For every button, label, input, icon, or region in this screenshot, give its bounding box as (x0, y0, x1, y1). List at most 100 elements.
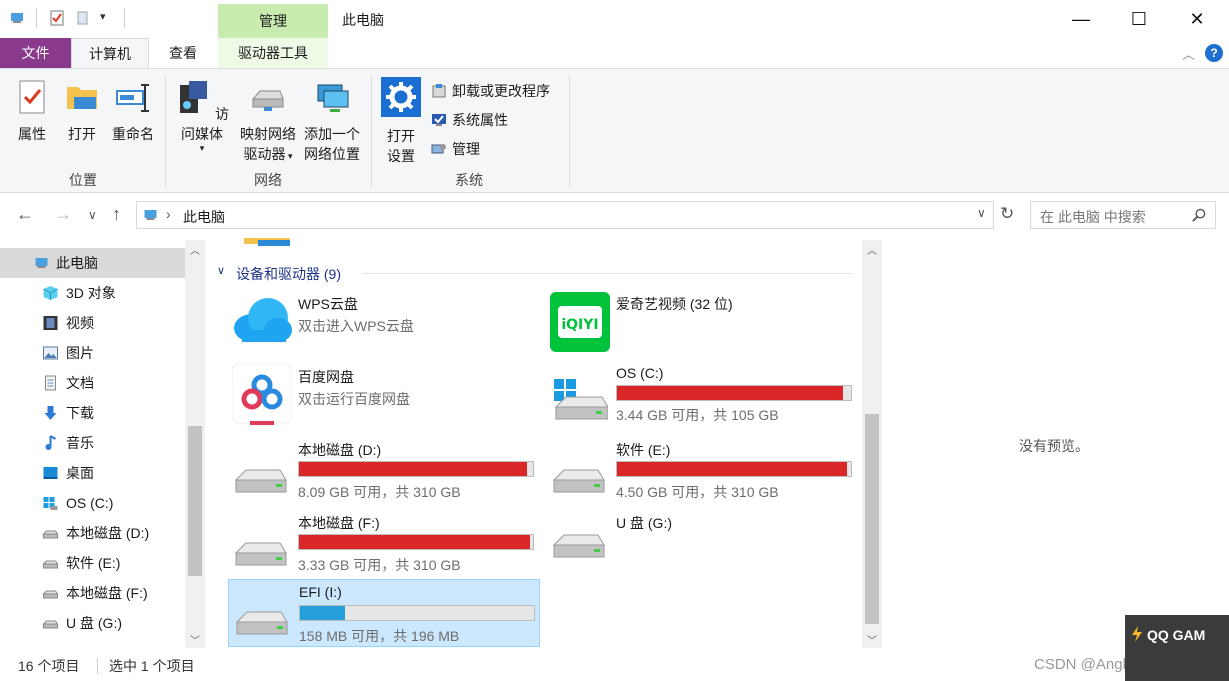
sidebar-item-desktop[interactable]: 桌面 (0, 458, 185, 488)
rename-icon (116, 84, 149, 112)
sidebar-scrollbar[interactable]: ︿ ﹀ (185, 240, 205, 648)
sidebar-item-videos[interactable]: 视频 (0, 308, 185, 338)
tile-wps-cloud[interactable]: WPS云盘 双击进入WPS云盘 (228, 290, 540, 358)
tile-drive-e[interactable]: 软件 (E:) 4.50 GB 可用，共 310 GB (546, 436, 858, 504)
refresh-icon[interactable]: ↻ (1000, 204, 1014, 224)
tile-os-c[interactable]: OS (C:) 3.44 GB 可用，共 105 GB (546, 363, 858, 431)
qat-dropdown-icon[interactable]: ▾ (100, 10, 106, 23)
address-dropdown-icon[interactable]: ∨ (977, 206, 986, 220)
capacity-fill (617, 462, 848, 476)
sidebar-item-pictures[interactable]: 图片 (0, 338, 185, 368)
new-folder-icon[interactable] (75, 10, 91, 26)
game-badge-text: QQ GAM (1147, 627, 1206, 643)
forward-arrow-icon[interactable]: → (54, 204, 72, 225)
sidebar-item-usb-g[interactable]: U 盘 (G:) (0, 608, 185, 638)
breadcrumb-chevron-icon[interactable]: › (166, 206, 171, 222)
scroll-down-icon[interactable]: ﹀ (190, 632, 200, 647)
rename-button[interactable]: 重命名 (108, 79, 158, 144)
scroll-up-icon[interactable]: ︿ (867, 242, 877, 257)
group-location-label: 位置 (69, 172, 97, 188)
sidebar-item-documents[interactable]: 文档 (0, 368, 185, 398)
settings-gear-icon (381, 77, 421, 117)
drive-icon (42, 530, 59, 539)
pc-icon (11, 13, 23, 23)
sidebar-item-label: 文档 (66, 375, 94, 391)
drive-icon (42, 560, 59, 569)
search-icon (1192, 208, 1206, 222)
content-scroll-thumb[interactable] (865, 414, 879, 624)
capacity-fill (299, 535, 531, 549)
no-preview-text: 没有预览。 (1019, 438, 1089, 454)
tab-view[interactable]: 查看 (150, 38, 216, 68)
folder-open-icon (67, 87, 97, 109)
recent-locations-icon[interactable]: ∨ (88, 208, 97, 222)
content-scrollbar[interactable]: ︿ ﹀ (862, 240, 882, 648)
help-icon[interactable]: ? (1205, 44, 1223, 62)
sidebar-item-this-pc[interactable]: 此电脑 (0, 248, 185, 278)
map-network-drive-button[interactable]: 映射网络 驱动器 ▾ (236, 79, 300, 166)
maximize-button[interactable]: ☐ (1110, 0, 1168, 38)
back-arrow-icon[interactable]: ← (16, 204, 34, 225)
open-button[interactable]: 打开 (60, 79, 104, 144)
file-list: ∨ 设备和驱动器 (9) WPS云盘 双击进入WPS云盘 iQIYI 爱奇艺视频… (210, 238, 862, 648)
scroll-down-icon[interactable]: ﹀ (867, 632, 877, 647)
sidebar-item-os-c[interactable]: OS (C:) (0, 488, 185, 518)
tile-drive-d[interactable]: 本地磁盘 (D:) 8.09 GB 可用，共 310 GB (228, 436, 540, 504)
tile-drive-f[interactable]: 本地磁盘 (F:) 3.33 GB 可用，共 310 GB (228, 509, 540, 577)
sidebar-item-downloads[interactable]: 下载 (0, 398, 185, 428)
sidebar-item-label: 本地磁盘 (D:) (66, 525, 150, 541)
sidebar-scroll-thumb[interactable] (188, 426, 202, 576)
tile-baidu-netdisk[interactable]: 百度网盘 双击运行百度网盘 (228, 363, 540, 431)
close-button[interactable]: ✕ (1168, 0, 1226, 38)
uninstall-program-button[interactable]: 卸载或更改程序 (431, 80, 550, 102)
sidebar-item-drive-d[interactable]: 本地磁盘 (D:) (0, 518, 185, 548)
title-bar: ▾ 管理 此电脑 — ☐ ✕ (0, 0, 1229, 38)
sidebar-item-music[interactable]: 音乐 (0, 428, 185, 458)
tile-name: 百度网盘 (298, 369, 354, 385)
tile-usb-g[interactable]: U 盘 (G:) (546, 509, 858, 577)
scroll-up-icon[interactable]: ︿ (190, 242, 200, 257)
lightning-icon (1132, 626, 1142, 642)
sidebar-item-3d-objects[interactable]: 3D 对象 (0, 278, 185, 308)
tile-name: WPS云盘 (298, 296, 358, 312)
tab-computer[interactable]: 计算机 (71, 38, 149, 68)
collapse-ribbon-icon[interactable]: ︿ (1182, 44, 1195, 63)
tile-efi-i-selected[interactable]: EFI (I:) 158 MB 可用，共 196 MB (228, 579, 540, 647)
status-bar: 16 个项目 选中 1 个项目 CSDN @Angle灬魔君 (0, 652, 1229, 681)
properties-button[interactable]: 属性 (10, 79, 54, 144)
manage-button[interactable]: 管理 (431, 138, 480, 160)
sidebar-item-drive-f[interactable]: 本地磁盘 (F:) (0, 578, 185, 608)
picture-icon (43, 346, 58, 360)
properties-icon[interactable] (49, 10, 65, 26)
sidebar-item-label: 3D 对象 (66, 285, 116, 301)
media-icon (180, 81, 208, 113)
tile-name: EFI (I:) (299, 584, 342, 600)
tab-drive-tools[interactable]: 驱动器工具 (218, 38, 328, 68)
access-media-button[interactable]: 访问媒体 ▾ (171, 79, 233, 153)
tab-file[interactable]: 文件 (0, 38, 71, 68)
tile-iqiyi[interactable]: iQIYI 爱奇艺视频 (32 位) (546, 290, 858, 358)
open-settings-button[interactable]: 打开 设置 (379, 77, 423, 166)
address-bar[interactable]: › 此电脑 ∨ (136, 201, 994, 229)
sidebar-item-efi-i[interactable]: EFI (I:) (0, 638, 185, 648)
tile-description: 双击进入WPS云盘 (298, 318, 414, 334)
section-header[interactable]: 设备和驱动器 (9) (236, 264, 341, 284)
section-divider (362, 273, 852, 274)
game-overlay-badge[interactable]: QQ GAM (1125, 615, 1229, 681)
breadcrumb-this-pc[interactable]: 此电脑 (183, 207, 225, 227)
tile-description: 双击运行百度网盘 (298, 391, 410, 407)
drive-icon (552, 469, 605, 493)
drive-icon (234, 469, 287, 493)
divider (97, 658, 98, 674)
up-arrow-icon[interactable]: ↑ (112, 204, 121, 225)
collapse-section-icon[interactable]: ∨ (217, 264, 225, 277)
system-properties-button[interactable]: 系统属性 (431, 109, 508, 131)
music-icon (45, 435, 57, 450)
minimize-button[interactable]: — (1052, 0, 1110, 38)
sidebar-item-drive-e[interactable]: 软件 (E:) (0, 548, 185, 578)
baidu-netdisk-icon (232, 363, 292, 425)
search-box[interactable]: 在 此电脑 中搜索 (1030, 201, 1216, 229)
add-network-location-button[interactable]: 添加一个 网络位置 (300, 79, 364, 164)
iqiyi-icon: iQIYI (550, 292, 610, 352)
open-label: 打开 (68, 126, 96, 142)
